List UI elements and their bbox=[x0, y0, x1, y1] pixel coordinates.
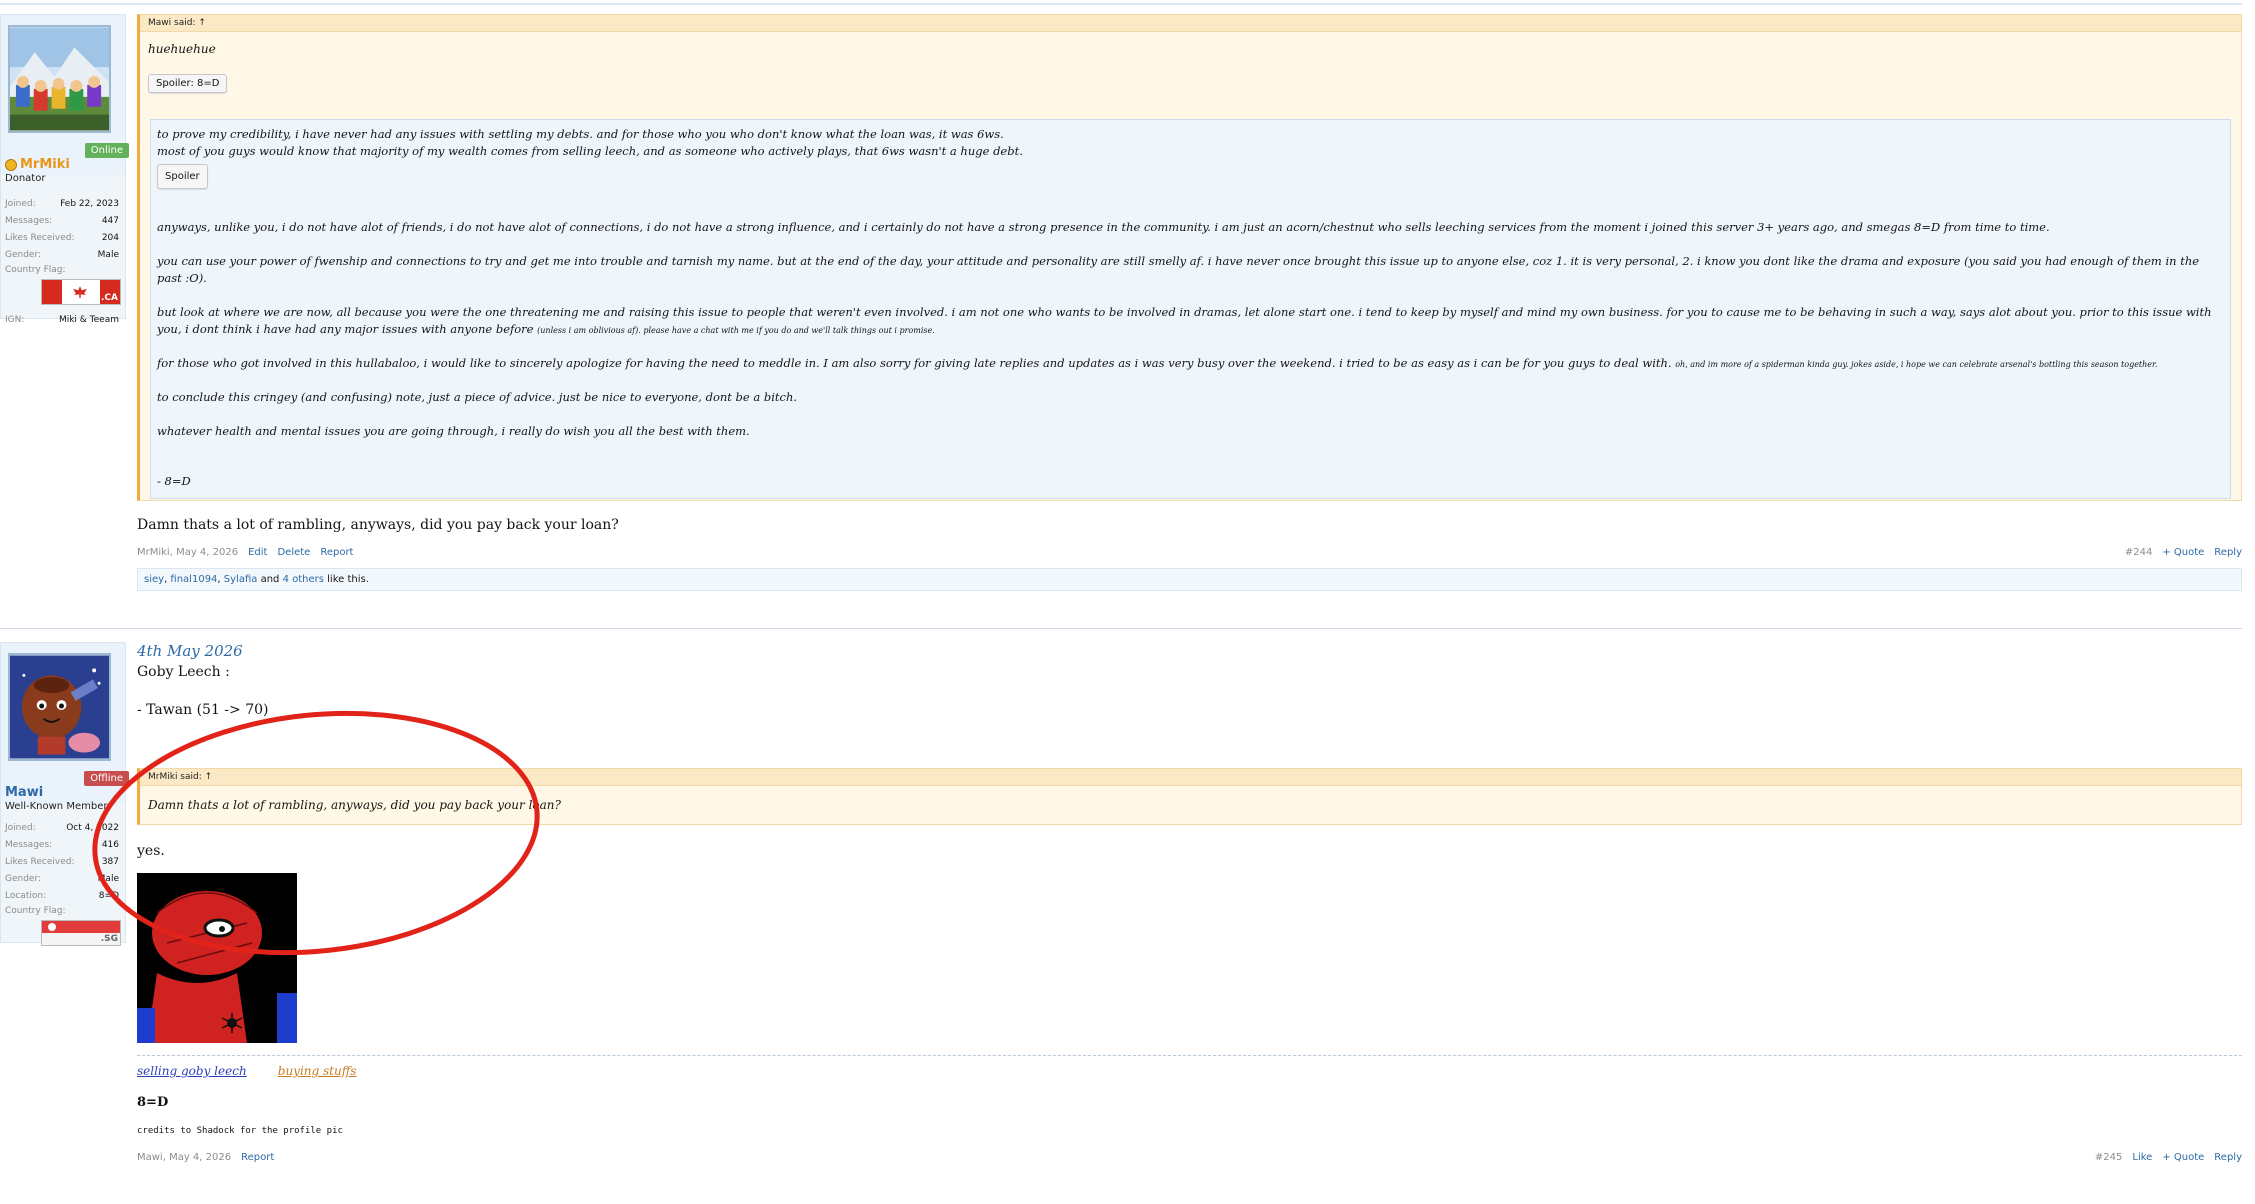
post-meta: MrMiki, May 4, 2026 bbox=[137, 547, 239, 558]
others-link[interactable]: 4 others bbox=[283, 574, 324, 585]
user-header: Offline bbox=[1, 643, 129, 803]
user-title: Donator bbox=[5, 173, 46, 184]
quote-p4: but look at where we are now, all becaus… bbox=[157, 305, 2212, 336]
liker-link[interactable]: siey bbox=[144, 574, 164, 585]
post-divider bbox=[0, 628, 2242, 629]
user-stats: Joined: Oct 4, 2022 Messages: 416 Likes Re… bbox=[5, 819, 121, 946]
offline-status-badge: Offline bbox=[84, 771, 129, 786]
stat-joined: Joined: Feb 22, 2023 bbox=[5, 198, 119, 209]
quote-p1a: to prove my credibility, i have never ha… bbox=[157, 127, 1004, 141]
post-number[interactable]: #245 bbox=[2095, 1152, 2122, 1163]
quote-header[interactable]: Mawi said: ↑ bbox=[140, 15, 2241, 32]
canada-flag-icon: .CA bbox=[41, 279, 121, 305]
like-link[interactable]: Like bbox=[2132, 1152, 2152, 1163]
user-cell-mrmiki: Online MrMiki Donator Joined: Feb 22, 202… bbox=[0, 14, 129, 325]
user-cell-mawi: Offline Mawi Well-Known Member Joined: Oc… bbox=[0, 642, 129, 946]
avatar[interactable] bbox=[8, 25, 111, 133]
quote-link[interactable]: + Quote bbox=[2162, 1152, 2204, 1163]
spoiler-button[interactable]: Spoiler bbox=[157, 164, 208, 189]
stat-location: Location: 8=D bbox=[5, 890, 119, 901]
report-link[interactable]: Report bbox=[320, 547, 353, 558]
post-content-245: 4th May 2026 Goby Leech : - Tawan (51 ->… bbox=[137, 642, 2242, 1163]
flag-code: .CA bbox=[101, 293, 118, 303]
stat-country-flag: Country Flag: bbox=[5, 265, 66, 275]
signature-link-buying[interactable]: buying stuffs bbox=[278, 1064, 357, 1078]
post-date: 4th May 2026 bbox=[137, 642, 243, 660]
quote-p6: to conclude this cringey (and confusing)… bbox=[157, 390, 798, 404]
post-footer: Mawi, May 4, 2026 Report #245 Like + Quo… bbox=[137, 1152, 2242, 1163]
stat-likes: Likes Received: 204 bbox=[5, 232, 119, 243]
spoiler-content: to prove my credibility, i have never ha… bbox=[150, 119, 2231, 499]
post-meta: Mawi, May 4, 2026 bbox=[137, 1152, 232, 1163]
quote-p1b: most of you guys would know that majorit… bbox=[157, 144, 1023, 158]
quote-header[interactable]: MrMiki said: ↑ bbox=[140, 769, 2241, 786]
post-reply-text: yes. bbox=[137, 843, 165, 859]
quote-p8: - 8=D bbox=[157, 474, 191, 488]
quote-p2: anyways, unlike you, i do not have alot … bbox=[157, 220, 2050, 234]
reply-link[interactable]: Reply bbox=[2214, 1152, 2242, 1163]
user-stats: Joined: Feb 22, 2023 Messages: 447 Likes R… bbox=[5, 195, 121, 328]
stat-likes: Likes Received: 387 bbox=[5, 856, 119, 867]
singapore-flag-icon: .SG bbox=[41, 920, 121, 946]
quote-p7: whatever health and mental issues you ar… bbox=[157, 424, 750, 438]
online-status-badge: Online bbox=[84, 143, 129, 158]
likes-bar: siey, final1094, Sylafia and 4 others li… bbox=[137, 568, 2242, 591]
user-title: Well-Known Member bbox=[5, 801, 108, 812]
spiderman-image[interactable] bbox=[137, 873, 297, 1043]
username-row: MrMiki bbox=[5, 157, 70, 172]
edit-link[interactable]: Edit bbox=[248, 547, 267, 558]
donator-coin-icon bbox=[5, 158, 17, 171]
quote-block: MrMiki said: ↑ Damn thats a lot of rambl… bbox=[137, 768, 2242, 825]
quote-line1: huehuehue bbox=[148, 42, 216, 56]
stat-messages: Messages: 416 bbox=[5, 839, 119, 850]
quote-p5: for those who got involved in this hulla… bbox=[157, 356, 2158, 370]
quote-link[interactable]: + Quote bbox=[2162, 547, 2204, 558]
signature-bold: 8=D bbox=[137, 1095, 169, 1110]
delete-link[interactable]: Delete bbox=[277, 547, 310, 558]
stat-joined: Joined: Oct 4, 2022 bbox=[5, 822, 119, 833]
liker-link[interactable]: Sylafia bbox=[224, 574, 258, 585]
signature-link-selling[interactable]: selling goby leech bbox=[137, 1064, 247, 1078]
post-content-244: Mawi said: ↑ huehuehue Spoiler: 8=D to p… bbox=[137, 14, 2242, 591]
username[interactable]: Mawi bbox=[5, 785, 43, 800]
reply-link[interactable]: Reply bbox=[2214, 547, 2242, 558]
spoiler-button-8d[interactable]: Spoiler: 8=D bbox=[148, 74, 228, 93]
quote-block: Mawi said: ↑ huehuehue Spoiler: 8=D to p… bbox=[137, 14, 2242, 501]
post-footer: MrMiki, May 4, 2026 Edit Delete Report #… bbox=[137, 547, 2242, 558]
stat-ign: IGN: Miki & Teeam bbox=[5, 314, 119, 325]
avatar[interactable] bbox=[8, 653, 111, 761]
stat-messages: Messages: 447 bbox=[5, 215, 119, 226]
liker-link[interactable]: final1094 bbox=[170, 574, 217, 585]
quote-p3: you can use your power of fwenship and c… bbox=[157, 254, 2200, 285]
quote-text: Damn thats a lot of rambling, anyways, d… bbox=[148, 798, 561, 812]
signature-credit: credits to Shadock for the profile pic bbox=[137, 1126, 343, 1136]
report-link[interactable]: Report bbox=[241, 1152, 274, 1163]
stat-gender: Gender: Male bbox=[5, 249, 119, 260]
post-line2: - Tawan (51 -> 70) bbox=[137, 702, 269, 718]
top-divider bbox=[0, 3, 2242, 5]
flag-code: .SG bbox=[100, 934, 118, 944]
post-line1: Goby Leech : bbox=[137, 664, 230, 680]
signature: selling goby leech buying stuffs 8=D cre… bbox=[137, 1055, 2242, 1136]
post-message: Damn thats a lot of rambling, anyways, d… bbox=[137, 517, 619, 533]
stat-gender: Gender: Male bbox=[5, 873, 119, 884]
post-number[interactable]: #244 bbox=[2125, 547, 2152, 558]
stat-country-flag: Country Flag: bbox=[5, 906, 66, 916]
username[interactable]: MrMiki bbox=[20, 157, 70, 172]
user-header: Online bbox=[1, 15, 129, 175]
